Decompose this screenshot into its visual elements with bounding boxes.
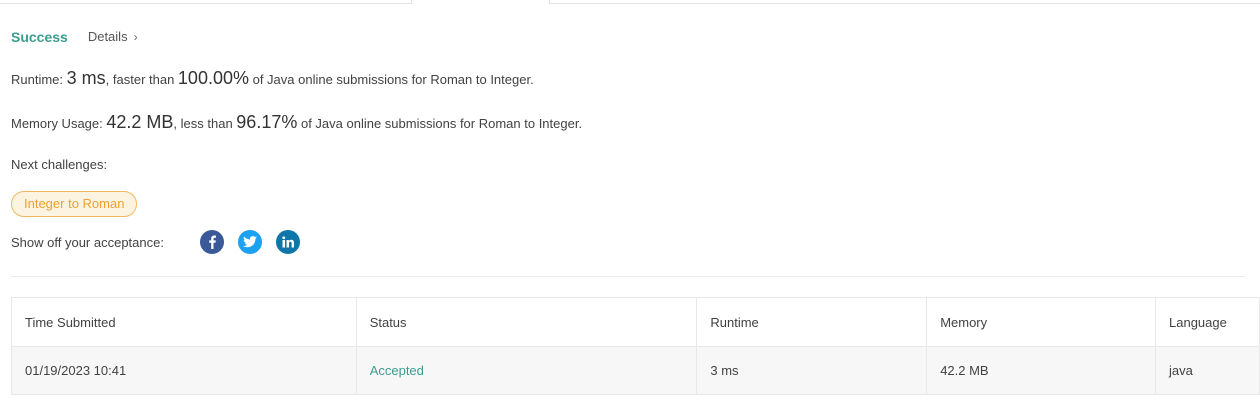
memory-value: 42.2 MB	[106, 112, 174, 132]
details-link[interactable]: Details ›	[88, 27, 138, 47]
memory-percent: 96.17%	[236, 112, 298, 132]
header-memory: Memory	[926, 297, 1156, 347]
memory-stat: Memory Usage: 42.2 MB, less than 96.17% …	[11, 112, 582, 133]
status-success: Success	[11, 29, 68, 45]
tab-bar	[0, 0, 1260, 4]
memory-comparison: , less than	[173, 116, 237, 131]
memory-label: Memory Usage:	[11, 116, 107, 131]
runtime-suffix: of Java online submissions for Roman to …	[248, 72, 534, 87]
share-row: Show off your acceptance:	[11, 230, 314, 254]
next-challenges-label: Next challenges:	[11, 157, 108, 172]
header-language: Language	[1155, 297, 1260, 347]
section-divider	[11, 276, 1245, 277]
cell-language: java	[1155, 346, 1260, 395]
next-challenge-button[interactable]: Integer to Roman	[11, 191, 138, 217]
chevron-right-icon: ›	[133, 30, 138, 44]
details-label: Details	[87, 29, 128, 44]
table-row: 01/19/2023 10:41 Accepted 3 ms 42.2 MB j…	[11, 346, 1260, 395]
tab-submissions-active[interactable]	[411, 0, 550, 4]
submissions-table: Time Submitted Status Runtime Memory Lan…	[11, 297, 1260, 395]
cell-time-submitted: 01/19/2023 10:41	[11, 346, 357, 395]
runtime-comparison: , faster than	[105, 72, 178, 87]
facebook-icon[interactable]	[200, 230, 224, 254]
cell-memory: 42.2 MB	[926, 346, 1156, 395]
header-status: Status	[355, 297, 698, 347]
header-time-submitted: Time Submitted	[11, 297, 357, 347]
memory-suffix: of Java online submissions for Roman to …	[297, 116, 583, 131]
twitter-icon[interactable]	[238, 230, 262, 254]
result-header: Success Details ›	[11, 27, 138, 47]
share-label: Show off your acceptance:	[11, 234, 164, 250]
cell-runtime: 3 ms	[696, 346, 928, 395]
status-accepted-link[interactable]: Accepted	[370, 363, 424, 378]
runtime-percent: 100.00%	[177, 68, 249, 88]
tab-bar-border	[0, 3, 1260, 4]
runtime-stat: Runtime: 3 ms, faster than 100.00% of Ja…	[11, 68, 534, 89]
cell-status: Accepted	[355, 346, 698, 395]
runtime-label: Runtime:	[11, 72, 67, 87]
header-runtime: Runtime	[696, 297, 928, 347]
table-header-row: Time Submitted Status Runtime Memory Lan…	[11, 297, 1260, 347]
runtime-value: 3 ms	[66, 68, 106, 88]
linkedin-icon[interactable]	[276, 230, 300, 254]
